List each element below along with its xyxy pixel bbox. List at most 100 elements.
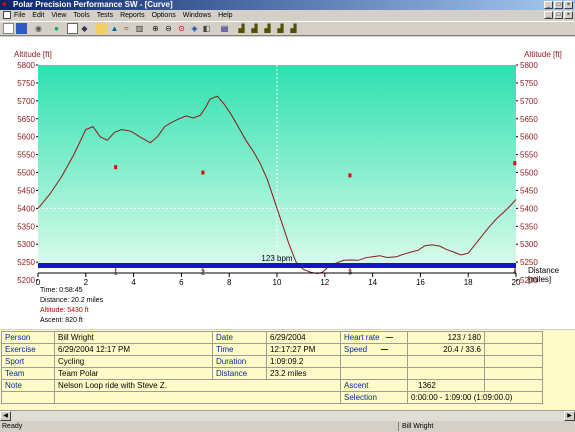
y-tick-label-left: 5800 [17, 61, 35, 70]
report-icon[interactable]: ▤ [219, 23, 230, 34]
y-tick-label-right: 5500 [520, 169, 538, 178]
lap-point [114, 165, 118, 170]
menu-edit[interactable]: Edit [32, 10, 44, 21]
label-exercise: Exercise [1, 343, 55, 356]
empty-cell [484, 355, 543, 368]
y-tick-label-left: 5300 [17, 240, 35, 249]
maximize-button[interactable]: □ [554, 1, 563, 9]
exercise-info-panel: Person Bill Wright Date 6/29/2004 Heart … [0, 330, 575, 410]
zoom-in-icon[interactable]: ⊕ [150, 23, 161, 34]
x-tick-label: 12 [320, 278, 329, 287]
altitude-chart-svg: 1234 123 bpm 520052505300535054005450550… [14, 50, 562, 324]
value-duration: 1:09:09.2 [266, 355, 341, 368]
x-tick-label: 10 [273, 278, 282, 287]
y-tick-label-left: 5500 [17, 169, 35, 178]
toolbar: ◉ ● ◆ ▲ ≈ ▥ ⊕ ⊖ ⊙ ◈ ◧ ▤ ▟ ▟ ▟ ▟ ▟ [0, 21, 575, 36]
value-ascent: 1362 [407, 379, 485, 392]
diary-icon[interactable]: ◆ [79, 23, 90, 34]
menu-tests[interactable]: Tests [97, 10, 113, 21]
x-tick-label: 20 [512, 278, 521, 287]
calendar-icon[interactable] [67, 23, 78, 34]
empty-cell [407, 355, 485, 368]
hr-band [38, 263, 516, 268]
x-tick-label: 16 [416, 278, 425, 287]
hr-band-label: 123 bpm [261, 254, 292, 263]
y-tick-label-right: 5300 [520, 240, 538, 249]
value-speed: 20.4 / 33.6 [407, 343, 485, 356]
x-axis-label: Distance [miles] [528, 266, 560, 284]
y-tick-label-left: 5250 [17, 258, 35, 267]
open-folder-icon[interactable] [96, 23, 107, 34]
y-tick-label-left: 5650 [17, 115, 35, 124]
label-sport: Sport [1, 355, 55, 368]
speed-legend-line [381, 348, 389, 350]
menu-help[interactable]: Help [218, 10, 232, 21]
value-sport: Cycling [54, 355, 213, 368]
summary-altitude: Altitude: 5430 ft [40, 307, 89, 314]
graph-e-icon[interactable]: ▟ [288, 23, 299, 34]
value-exercise: 6/29/2004 12:17 PM [54, 343, 213, 356]
summary-time: Time: 0:58:45 [40, 287, 83, 294]
graph-b-icon[interactable]: ▟ [249, 23, 260, 34]
minimize-button[interactable]: _ [544, 1, 553, 9]
horizontal-scrollbar[interactable]: ◀ ▶ [0, 410, 575, 421]
chart-icon[interactable]: ▲ [109, 23, 120, 34]
menu-bar: File Edit View Tools Tests Reports Optio… [0, 10, 575, 21]
child-close-button[interactable]: × [564, 11, 573, 19]
empty-cell [340, 355, 408, 368]
x-tick-label: 18 [464, 278, 473, 287]
menu-windows[interactable]: Windows [183, 10, 211, 21]
scroll-right-button[interactable]: ▶ [564, 411, 575, 421]
value-date: 6/29/2004 [266, 331, 341, 344]
heart-icon: ♥ [2, 0, 7, 9]
value-person: Bill Wright [54, 331, 213, 344]
value-note[interactable]: Nelson Loop ride with Steve Z. [54, 379, 341, 392]
empty-cell [484, 379, 543, 392]
status-bar: Ready Bill Wright [0, 421, 575, 432]
y-tick-label-left: 5750 [17, 79, 35, 88]
find-icon[interactable]: ◉ [33, 23, 44, 34]
globe-icon[interactable]: ● [51, 23, 62, 34]
menu-tools[interactable]: Tools [73, 10, 89, 21]
graph-c-icon[interactable]: ▟ [262, 23, 273, 34]
label-duration: Duration [212, 355, 267, 368]
status-divider [398, 422, 399, 431]
empty-cell [407, 367, 485, 380]
value-distance: 23.2 miles [266, 367, 341, 380]
child-minimize-button[interactable]: _ [544, 11, 553, 19]
summary-ascent: Ascent: 820 ft [40, 317, 83, 324]
menu-file[interactable]: File [14, 10, 25, 21]
save-icon[interactable] [16, 23, 27, 34]
curve-chart[interactable]: 1234 123 bpm 520052505300535054005450550… [0, 37, 575, 329]
lap-point [201, 170, 205, 175]
document-icon[interactable] [3, 11, 11, 19]
window-title: Polar Precision Performance SW - [Curve] [13, 0, 173, 9]
y-axis-label-left: Altitude [ft] [14, 50, 52, 59]
scroll-left-button[interactable]: ◀ [0, 411, 11, 421]
y-tick-label-left: 5700 [17, 97, 35, 106]
y-tick-label-left: 5400 [17, 204, 35, 213]
lap-point [513, 161, 517, 166]
menu-reports[interactable]: Reports [120, 10, 145, 21]
value-team: Team Polar [54, 367, 213, 380]
y-tick-label-left: 5450 [17, 186, 35, 195]
note-continuation [54, 391, 341, 404]
lap-icon[interactable]: ◧ [201, 23, 212, 34]
y-tick-label-right: 5350 [520, 222, 538, 231]
zoom-out-icon[interactable]: ⊖ [163, 23, 174, 34]
bars-icon[interactable]: ▥ [134, 23, 145, 34]
marker-icon[interactable]: ◈ [189, 23, 200, 34]
new-icon[interactable] [3, 23, 14, 34]
close-button[interactable]: × [564, 1, 573, 9]
graph-a-icon[interactable]: ▟ [236, 23, 247, 34]
x-tick-label: 8 [227, 278, 232, 287]
menu-options[interactable]: Options [152, 10, 176, 21]
trend-icon[interactable]: ≈ [121, 23, 132, 34]
status-text: Ready [2, 423, 23, 430]
graph-d-icon[interactable]: ▟ [275, 23, 286, 34]
menu-view[interactable]: View [51, 10, 66, 21]
x-tick-label: 6 [179, 278, 184, 287]
zoom-fit-icon[interactable]: ⊙ [176, 23, 187, 34]
child-restore-button[interactable]: □ [554, 11, 563, 19]
summary-distance: Distance: 20.2 miles [40, 297, 104, 304]
